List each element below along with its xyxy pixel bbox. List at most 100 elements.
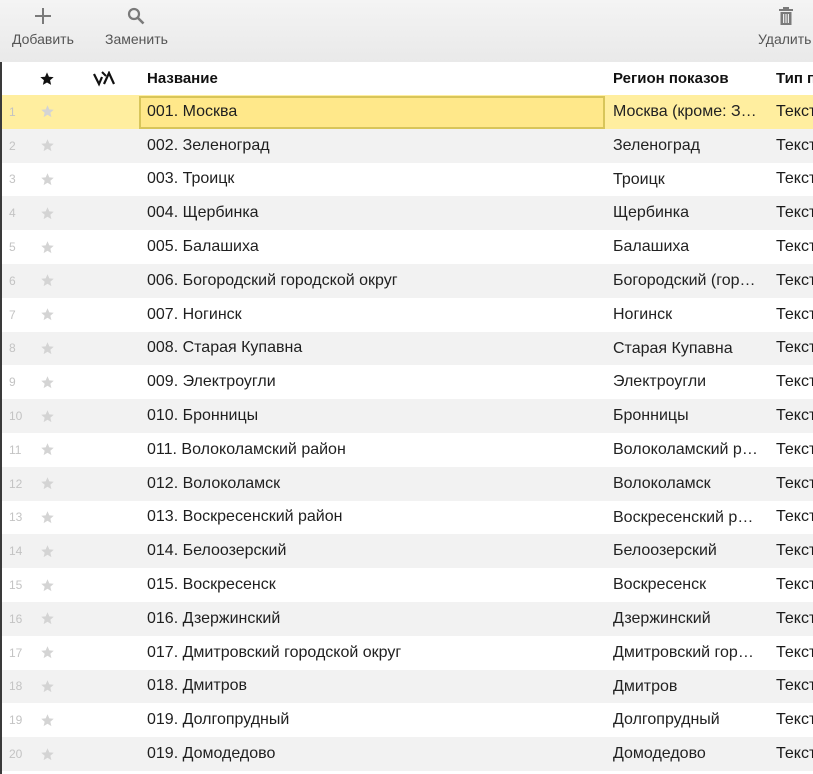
region-cell[interactable]: Белоозерский [613,534,761,568]
favorite-star-icon[interactable] [37,129,57,163]
type-cell[interactable]: Текст [776,230,813,264]
mark-cell[interactable] [90,399,118,433]
name-cell[interactable]: 001. Москва [147,95,602,129]
table-row[interactable]: 12 012. Волоколамск Волоколамск Текст [0,466,813,501]
favorite-star-icon[interactable] [37,568,57,602]
name-cell[interactable]: 005. Балашиха [147,230,602,264]
type-cell[interactable]: Текст [776,264,813,298]
mark-cell[interactable] [90,129,118,163]
type-cell[interactable]: Текст [776,670,813,704]
type-cell[interactable]: Текст [776,433,813,467]
table-row[interactable]: 6 006. Богородский городской округ Богород… [0,263,813,298]
type-cell[interactable]: Текст [776,163,813,197]
table-row[interactable]: 7 007. Ногинск Ногинск Текст [0,298,813,332]
mark-cell[interactable] [90,636,118,670]
region-cell[interactable]: Щербинка [613,196,761,230]
favorite-star-icon[interactable] [37,433,57,467]
region-column-header[interactable]: Регион показов [613,62,761,95]
region-cell[interactable]: Дзержинский [613,602,761,636]
name-column-header[interactable]: Название [147,62,602,95]
favorite-star-icon[interactable] [37,399,57,433]
type-cell[interactable]: Текст [776,534,813,568]
table-row[interactable]: 5 005. Балашиха Балашиха Текст [0,230,813,264]
table-row[interactable]: 9 009. Электроугли Электроугли Текст [0,365,813,399]
mark-cell[interactable] [90,95,118,129]
name-cell[interactable]: 013. Воскресенский район [147,501,602,535]
favorite-star-icon[interactable] [37,737,57,771]
favorite-star-icon[interactable] [37,264,57,298]
region-cell[interactable]: Воскресенск [613,568,761,602]
table-row[interactable]: 10 010. Бронницы Бронницы Текст [0,399,813,433]
type-cell[interactable]: Текст [776,636,813,670]
region-cell[interactable]: Троицк [613,163,761,197]
name-cell[interactable]: 018. Дмитров [147,670,602,704]
region-cell[interactable]: Волоколамский район [613,433,761,467]
delete-button[interactable]: Удалить [758,0,813,62]
type-cell[interactable]: Текст [776,467,813,501]
favorite-star-icon[interactable] [37,534,57,568]
table-row[interactable]: 1 001. Москва Москва (кроме: Зеленоград) Те… [0,95,813,129]
table-row[interactable]: 17 017. Дмитровский городской округ Дмитро… [0,636,813,670]
region-cell[interactable]: Ногинск [613,298,761,332]
name-cell[interactable]: 003. Троицк [147,163,602,197]
type-cell[interactable]: Текст [776,129,813,163]
name-cell[interactable]: 014. Белоозерский [147,534,602,568]
name-cell[interactable]: 007. Ногинск [147,298,602,332]
type-cell[interactable]: Текст [776,298,813,332]
add-button[interactable]: Добавить [12,0,74,62]
name-cell[interactable]: 010. Бронницы [147,399,602,433]
type-cell[interactable]: Текст [776,602,813,636]
table-row[interactable]: 15 015. Воскресенск Воскресенск Текст [0,568,813,602]
mark-cell[interactable] [90,298,118,332]
name-cell[interactable]: 008. Старая Купавна [147,332,602,366]
mark-column-header[interactable] [90,62,118,95]
mark-cell[interactable] [90,703,118,737]
region-cell[interactable]: Воскресенский район [613,501,761,535]
mark-cell[interactable] [90,433,118,467]
mark-cell[interactable] [90,602,118,636]
table-row[interactable]: 19 019. Долгопрудный Долгопрудный Текст [0,703,813,737]
table-row[interactable]: 11 011. Волоколамский район Волоколамский … [0,433,813,467]
name-cell[interactable]: 019. Долгопрудный [147,703,602,737]
name-cell[interactable]: 002. Зеленоград [147,129,602,163]
type-cell[interactable]: Текст [776,501,813,535]
name-cell[interactable]: 011. Волоколамский район [147,433,602,467]
table-row[interactable]: 16 016. Дзержинский Дзержинский Текст [0,601,813,636]
mark-cell[interactable] [90,670,118,704]
mark-cell[interactable] [90,365,118,399]
type-cell[interactable]: Текст [776,95,813,129]
type-cell[interactable]: Текст [776,196,813,230]
region-cell[interactable]: Богородский (городской округ) [613,264,761,298]
mark-cell[interactable] [90,568,118,602]
region-cell[interactable]: Дмитров [613,670,761,704]
favorite-star-icon[interactable] [37,163,57,197]
table-row[interactable]: 13 013. Воскресенский район Воскресенский … [0,501,813,535]
type-cell[interactable]: Текст [776,399,813,433]
table-row[interactable]: 14 014. Белоозерский Белоозерский Текст [0,534,813,569]
table-row[interactable]: 2 002. Зеленоград Зеленоград Текст [0,128,813,163]
region-cell[interactable]: Долгопрудный [613,703,761,737]
region-cell[interactable]: Бронницы [613,399,761,433]
region-cell[interactable]: Старая Купавна [613,332,761,366]
favorite-star-icon[interactable] [37,636,57,670]
type-cell[interactable]: Текст [776,365,813,399]
favorite-star-icon[interactable] [37,703,57,737]
type-cell[interactable]: Текст [776,568,813,602]
region-cell[interactable]: Зеленоград [613,129,761,163]
region-cell[interactable]: Дмитровский городской округ [613,636,761,670]
name-cell[interactable]: 004. Щербинка [147,196,602,230]
name-cell[interactable]: 015. Воскресенск [147,568,602,602]
favorite-star-icon[interactable] [37,670,57,704]
favorite-star-icon[interactable] [37,332,57,366]
mark-cell[interactable] [90,163,118,197]
favorite-star-icon[interactable] [37,501,57,535]
region-cell[interactable]: Волоколамск [613,467,761,501]
mark-cell[interactable] [90,230,118,264]
name-cell[interactable]: 019. Домодедово [147,737,602,771]
table-row[interactable]: 4 004. Щербинка Щербинка Текст [0,196,813,231]
region-cell[interactable]: Москва (кроме: Зеленоград) [613,95,761,129]
region-cell[interactable]: Электроугли [613,365,761,399]
mark-cell[interactable] [90,737,118,771]
region-cell[interactable]: Домодедово [613,737,761,771]
type-cell[interactable]: Текст [776,737,813,771]
